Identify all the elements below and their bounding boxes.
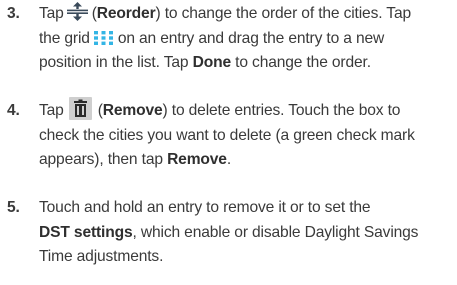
text-segment: to change the order. [235,54,371,71]
step-text: Tap (Remove) to delete entries. Touch the… [39,97,457,173]
text-segment: ) to change the order of the cities. Tap [155,5,412,22]
text-segment: , which enable or disable Daylight Savin… [132,223,419,241]
text-line: DST settings, which enable or disable Da… [39,221,457,246]
text-segment: appears), then tap [39,151,163,168]
text-line: Time adjustments. [39,245,457,270]
text-segment: check the cities you want to delete (a g… [39,126,415,144]
grid-drag-icon [93,29,113,46]
text-line: Tap (Remove) to delete entries. Touch the… [39,97,457,124]
instruction-page: 3. Tap (Reorder) to change the order of t… [0,0,457,285]
text-line: Tap (Reorder) to change the order of the … [39,2,457,27]
dst-settings-label: DST settings [39,223,133,241]
trash-remove-icon [68,97,92,121]
step-4: 4. Tap (Remove) to delete entries. Touch … [0,97,457,173]
step-number: 3. [7,5,20,22]
step-3: 3. Tap (Reorder) to change the order of t… [0,2,457,76]
remove-label: Remove [167,151,227,168]
text-line: the grid on an entry and drag the entry t… [39,27,457,52]
remove-label: Remove [102,102,163,119]
done-label: Done [192,54,232,71]
text-segment: the grid [39,29,90,47]
step-text: Touch and hold an entry to remove it or … [39,196,457,270]
step-5: 5. Touch and hold an entry to remove it … [0,196,457,270]
text-line: Touch and hold an entry to remove it or … [39,196,457,221]
text-line: appears), then tap Remove. [39,148,457,173]
step-text: Tap (Reorder) to change the order of the … [39,2,457,76]
text-segment: ) to delete entries. Touch the box to [162,102,401,119]
step-number: 4. [7,102,20,119]
text-segment: on an entry and drag the entry to a new [117,29,385,47]
text-line: position in the list. Tap Done to change… [39,51,457,76]
text-segment: Touch and hold an entry to remove it or … [39,199,371,216]
text-segment: Time adjustments. [39,248,164,265]
reorder-icon [66,2,88,22]
text-segment: Tap [39,5,64,22]
text-segment: . [226,151,232,168]
reorder-label: Reorder [96,5,156,22]
text-segment: position in the list. Tap [39,54,189,71]
text-line: check the cities you want to delete (a g… [39,124,457,149]
step-number: 5. [7,199,20,216]
text-segment: Tap [39,102,64,119]
